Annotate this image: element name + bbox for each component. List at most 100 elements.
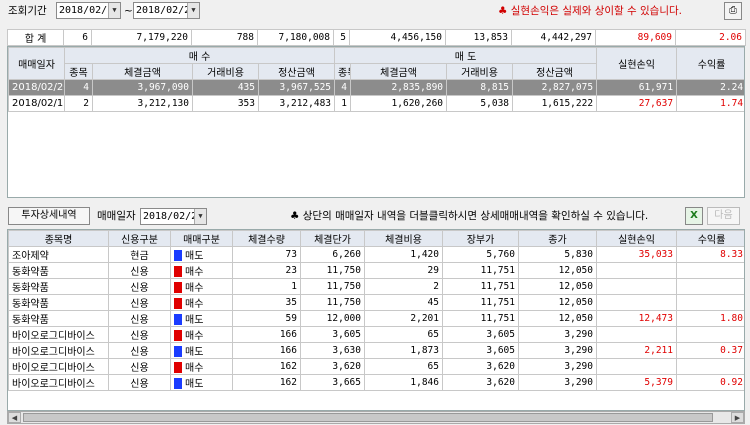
trade-date-field[interactable]: 2018/02/20 ▼ bbox=[140, 208, 207, 225]
table-row[interactable]: 동화약품 신용 매도 59 12,000 2,201 11,751 12,050 12,473 1… bbox=[8, 310, 744, 327]
daily-realized-pl: 27,637 bbox=[596, 95, 678, 112]
print-icon[interactable]: ⎙ bbox=[724, 2, 742, 20]
table-row[interactable]: 바이오로그디바이스 신용 매도 162 3,665 1,846 3,620 3,290 5,37… bbox=[8, 374, 744, 391]
daily-buy-count: 4 bbox=[64, 79, 93, 96]
stock-name: 바이오로그디바이스 bbox=[8, 342, 109, 359]
exec-cost: 1,873 bbox=[364, 342, 443, 359]
close-price: 12,050 bbox=[518, 310, 597, 327]
col-header-buy-count[interactable]: 종목 bbox=[64, 63, 93, 80]
exec-qty: 166 bbox=[232, 342, 301, 359]
table-row[interactable]: 바이오로그디바이스 신용 매수 162 3,620 65 3,620 3,290 bbox=[8, 358, 744, 375]
col-header-name[interactable]: 종목명 bbox=[8, 230, 109, 247]
col-header-qty[interactable]: 체결수량 bbox=[232, 230, 301, 247]
credit-type: 신용 bbox=[108, 262, 171, 279]
date-from-field[interactable]: 2018/02/13 ▼ bbox=[56, 2, 121, 19]
trade-side: 매수 bbox=[170, 262, 233, 279]
realized-pl: 2,211 bbox=[596, 342, 677, 359]
table-row[interactable]: 바이오로그디바이스 신용 매도 166 3,630 1,873 3,605 3,290 2,21… bbox=[8, 342, 744, 359]
exec-qty: 166 bbox=[232, 326, 301, 343]
close-price: 12,050 bbox=[518, 278, 597, 295]
chevron-down-icon[interactable]: ▼ bbox=[108, 3, 120, 18]
chevron-down-icon[interactable]: ▼ bbox=[187, 3, 199, 18]
col-header-buy-amount[interactable]: 체결금액 bbox=[92, 63, 193, 80]
exec-cost: 29 bbox=[364, 262, 443, 279]
detail-table: 종목명 신용구분 매매구분 체결수량 체결단가 체결비용 장부가 종가 실현손익… bbox=[8, 230, 744, 391]
stock-name: 바이오로그디바이스 bbox=[8, 358, 109, 375]
daily-sell-settle: 2,827,075 bbox=[512, 79, 598, 96]
col-header-close[interactable]: 종가 bbox=[518, 230, 597, 247]
summary-buy-amount: 7,179,220 bbox=[91, 29, 192, 46]
daily-sell-fee: 8,815 bbox=[446, 79, 514, 96]
exec-cost: 65 bbox=[364, 326, 443, 343]
col-header-date[interactable]: 매매일자 bbox=[8, 47, 65, 80]
trade-side: 매수 bbox=[170, 358, 233, 375]
exec-cost: 1,420 bbox=[364, 246, 443, 263]
book-price: 11,751 bbox=[442, 278, 519, 295]
close-price: 3,290 bbox=[518, 342, 597, 359]
col-header-buy-settle[interactable]: 정산금액 bbox=[257, 63, 336, 80]
table-row[interactable]: 2018/02/20 4 3,967,090 435 3,967,525 4 2… bbox=[8, 79, 744, 96]
summary-sell-fee: 13,853 bbox=[445, 29, 512, 46]
col-header-realized-pl[interactable]: 실현손익 bbox=[596, 230, 677, 247]
table-row[interactable]: 동화약품 신용 매수 35 11,750 45 11,751 12,050 bbox=[8, 294, 744, 311]
exec-price: 11,750 bbox=[300, 294, 365, 311]
summary-sell-amount: 4,456,150 bbox=[349, 29, 446, 46]
excel-icon[interactable]: X bbox=[685, 207, 703, 225]
close-price: 12,050 bbox=[518, 294, 597, 311]
trade-side: 매도 bbox=[170, 374, 233, 391]
exec-cost: 45 bbox=[364, 294, 443, 311]
trade-side: 매도 bbox=[170, 310, 233, 327]
table-row[interactable]: 2018/02/13 2 3,212,130 353 3,212,483 1 1… bbox=[8, 95, 744, 112]
trade-side-label: 매도 bbox=[185, 379, 204, 390]
col-header-price[interactable]: 체결단가 bbox=[300, 230, 365, 247]
next-button[interactable]: 다음 bbox=[707, 207, 740, 225]
realized-pl bbox=[596, 278, 677, 295]
chevron-down-icon[interactable]: ▼ bbox=[194, 209, 206, 224]
arrow-left-icon[interactable]: ◀ bbox=[8, 412, 21, 423]
daily-sell-count: 1 bbox=[334, 95, 352, 112]
exec-price: 3,665 bbox=[300, 374, 365, 391]
col-header-return-rate[interactable]: 수익률 bbox=[676, 47, 744, 80]
col-header-sell-group: 매 도 bbox=[334, 47, 598, 64]
col-header-side[interactable]: 매매구분 bbox=[170, 230, 233, 247]
col-header-cost[interactable]: 체결비용 bbox=[364, 230, 443, 247]
horizontal-scrollbar[interactable]: ◀ ▶ bbox=[7, 411, 745, 424]
col-header-return-rate[interactable]: 수익률 bbox=[676, 230, 744, 247]
table-row[interactable]: 조아제약 현금 매도 73 6,260 1,420 5,760 5,830 35,033 8.33 bbox=[8, 246, 744, 263]
filter-bar: 조회기간 2018/02/13 ▼ ~ 2018/02/20 ▼ ♣ 실현손익은… bbox=[0, 0, 750, 24]
exec-price: 3,620 bbox=[300, 358, 365, 375]
arrow-right-icon[interactable]: ▶ bbox=[731, 412, 744, 423]
date-to-field[interactable]: 2018/02/20 ▼ bbox=[133, 2, 200, 19]
daily-buy-fee: 353 bbox=[192, 95, 259, 112]
summary-sell-settle: 4,442,297 bbox=[511, 29, 596, 46]
col-header-sell-settle[interactable]: 정산금액 bbox=[512, 63, 598, 80]
realized-pl: 12,473 bbox=[596, 310, 677, 327]
col-header-buy-fee[interactable]: 거래비용 bbox=[192, 63, 259, 80]
scroll-thumb[interactable] bbox=[23, 413, 713, 422]
exec-qty: 1 bbox=[232, 278, 301, 295]
side-color-marker bbox=[174, 282, 182, 293]
exec-price: 3,630 bbox=[300, 342, 365, 359]
col-header-sell-fee[interactable]: 거래비용 bbox=[446, 63, 514, 80]
table-row[interactable]: 동화약품 신용 매수 23 11,750 29 11,751 12,050 bbox=[8, 262, 744, 279]
detail-button[interactable]: 투자상세내역 bbox=[8, 207, 90, 225]
exec-cost: 2 bbox=[364, 278, 443, 295]
credit-type: 신용 bbox=[108, 294, 171, 311]
col-header-sell-amount[interactable]: 체결금액 bbox=[350, 63, 448, 80]
exec-qty: 73 bbox=[232, 246, 301, 263]
col-header-buy-group: 매 수 bbox=[63, 47, 336, 64]
col-header-book[interactable]: 장부가 bbox=[442, 230, 519, 247]
col-header-credit[interactable]: 신용구분 bbox=[108, 230, 171, 247]
col-header-realized-pl[interactable]: 실현손익 bbox=[596, 47, 678, 80]
stock-name: 동화약품 bbox=[8, 262, 109, 279]
return-rate bbox=[676, 262, 744, 279]
book-price: 3,620 bbox=[442, 358, 519, 375]
summary-sell-count: 5 bbox=[333, 29, 350, 46]
side-color-marker bbox=[174, 266, 182, 277]
return-rate: 8.33 bbox=[676, 246, 744, 263]
exec-price: 11,750 bbox=[300, 278, 365, 295]
summary-return-rate: 2.06 bbox=[675, 29, 746, 46]
table-row[interactable]: 동화약품 신용 매수 1 11,750 2 11,751 12,050 bbox=[8, 278, 744, 295]
col-header-sell-count[interactable]: 종목 bbox=[334, 63, 352, 80]
table-row[interactable]: 바이오로그디바이스 신용 매수 166 3,605 65 3,605 3,290 bbox=[8, 326, 744, 343]
